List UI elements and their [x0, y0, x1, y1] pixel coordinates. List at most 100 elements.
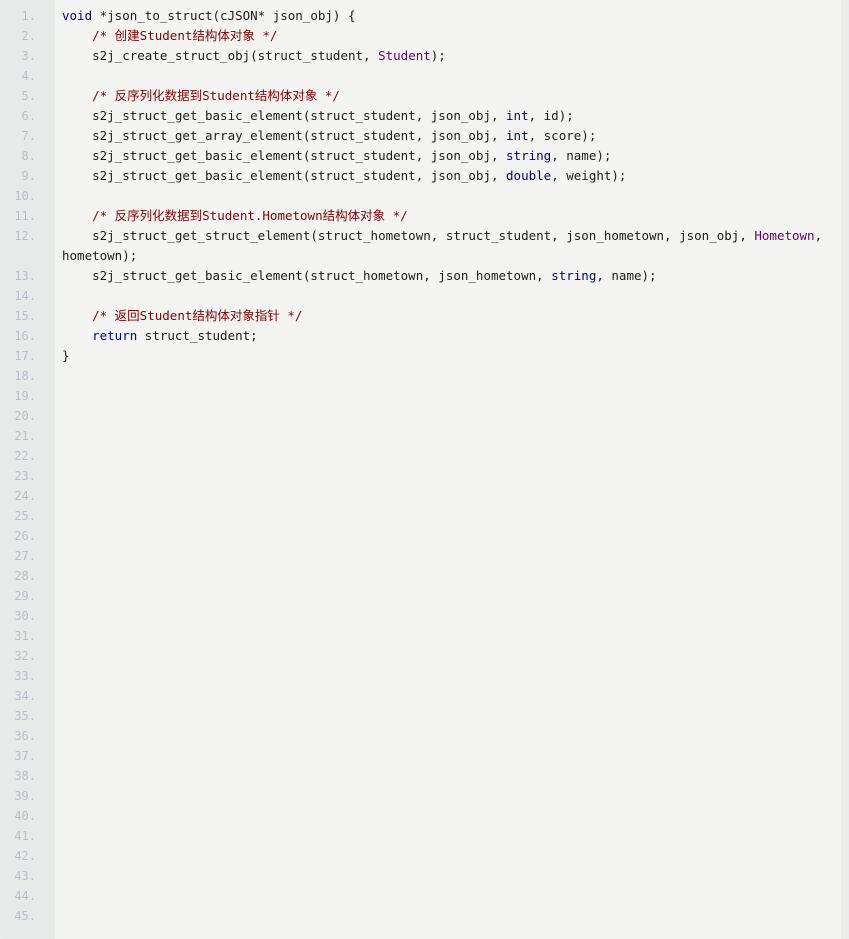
code-line-row: 39. — [0, 786, 849, 806]
code-token-plain: s2j_struct_get_struct_element(struct_hom… — [62, 228, 754, 243]
code-token-keyword: return — [92, 328, 137, 343]
code-token-keyword: string — [551, 268, 596, 283]
code-line — [55, 526, 849, 546]
code-line — [55, 606, 849, 626]
code-line-row: 3. s2j_create_struct_obj(struct_student,… — [0, 46, 849, 66]
code-token-type: Student — [378, 48, 431, 63]
line-number: 22. — [0, 446, 55, 466]
line-number: 38. — [0, 766, 55, 786]
code-line-row: 37. — [0, 746, 849, 766]
code-line — [55, 506, 849, 526]
line-number: 16. — [0, 326, 55, 346]
line-number: 4. — [0, 66, 55, 86]
code-token-comment: /* 返回Student结构体对象指针 */ — [92, 308, 302, 323]
line-number: 24. — [0, 486, 55, 506]
code-line — [55, 786, 849, 806]
code-line — [55, 286, 849, 306]
code-token-plain: s2j_struct_get_array_element(struct_stud… — [62, 128, 506, 143]
code-line-row: 28. — [0, 566, 849, 586]
code-line-row: 21. — [0, 426, 849, 446]
code-line-row: 17.} — [0, 346, 849, 366]
code-line: } — [55, 346, 849, 366]
code-line-row: 1.void *json_to_struct(cJSON* json_obj) … — [0, 6, 849, 26]
line-number: 39. — [0, 786, 55, 806]
code-line: /* 返回Student结构体对象指针 */ — [55, 306, 849, 326]
line-number: 43. — [0, 866, 55, 886]
line-number: 26. — [0, 526, 55, 546]
line-number: 19. — [0, 386, 55, 406]
code-line-row: 7. s2j_struct_get_array_element(struct_s… — [0, 126, 849, 146]
code-line — [55, 446, 849, 466]
line-number: 37. — [0, 746, 55, 766]
line-number: 21. — [0, 426, 55, 446]
code-line-row: 38. — [0, 766, 849, 786]
line-number: 6. — [0, 106, 55, 126]
code-line-row: 9. s2j_struct_get_basic_element(struct_s… — [0, 166, 849, 186]
code-line-row: 24. — [0, 486, 849, 506]
code-line: s2j_struct_get_basic_element(struct_home… — [55, 266, 849, 286]
code-token-plain: , name); — [551, 148, 611, 163]
code-line-row: 11. /* 反序列化数据到Student.Hometown结构体对象 */ — [0, 206, 849, 226]
code-line — [55, 886, 849, 906]
code-line: s2j_struct_get_struct_element(struct_hom… — [55, 226, 849, 266]
code-token-keyword: int — [506, 108, 529, 123]
line-number: 36. — [0, 726, 55, 746]
line-number: 25. — [0, 506, 55, 526]
code-line — [55, 366, 849, 386]
code-token-keyword: void — [62, 8, 92, 23]
code-line-row: 20. — [0, 406, 849, 426]
line-number: 30. — [0, 606, 55, 626]
code-block: 1.void *json_to_struct(cJSON* json_obj) … — [0, 0, 849, 939]
code-token-plain: struct_student; — [137, 328, 257, 343]
line-number: 35. — [0, 706, 55, 726]
code-line-row: 36. — [0, 726, 849, 746]
code-line-row: 42. — [0, 846, 849, 866]
code-line-row: 30. — [0, 606, 849, 626]
code-token-plain: *json_to_struct(cJSON* json_obj) { — [92, 8, 355, 23]
code-line-row: 5. /* 反序列化数据到Student结构体对象 */ — [0, 86, 849, 106]
line-number: 32. — [0, 646, 55, 666]
code-line-row: 18. — [0, 366, 849, 386]
line-number: 45. — [0, 906, 55, 926]
code-line-row: 16. return struct_student; — [0, 326, 849, 346]
line-number: 34. — [0, 686, 55, 706]
line-number: 13. — [0, 266, 55, 286]
code-line-row: 8. s2j_struct_get_basic_element(struct_s… — [0, 146, 849, 166]
code-line: /* 反序列化数据到Student结构体对象 */ — [55, 86, 849, 106]
code-line: s2j_struct_get_basic_element(struct_stud… — [55, 106, 849, 126]
code-token-plain: , id); — [529, 108, 574, 123]
code-line-row: 34. — [0, 686, 849, 706]
code-line — [55, 486, 849, 506]
line-number: 41. — [0, 826, 55, 846]
code-line-row: 23. — [0, 466, 849, 486]
code-token-plain: , name); — [596, 268, 656, 283]
code-line-row: 6. s2j_struct_get_basic_element(struct_s… — [0, 106, 849, 126]
code-content: 1.void *json_to_struct(cJSON* json_obj) … — [0, 0, 849, 939]
code-token-type: Hometown — [754, 228, 814, 243]
code-line-row: 4. — [0, 66, 849, 86]
code-line — [55, 66, 849, 86]
line-number: 5. — [0, 86, 55, 106]
line-number: 28. — [0, 566, 55, 586]
line-number: 44. — [0, 886, 55, 906]
code-line — [55, 706, 849, 726]
code-line: s2j_struct_get_basic_element(struct_stud… — [55, 166, 849, 186]
line-number: 18. — [0, 366, 55, 386]
code-line: void *json_to_struct(cJSON* json_obj) { — [55, 6, 849, 26]
code-token-plain — [62, 28, 92, 43]
code-token-plain: ); — [431, 48, 446, 63]
line-number: 20. — [0, 406, 55, 426]
code-line: /* 创建Student结构体对象 */ — [55, 26, 849, 46]
code-token-plain: s2j_struct_get_basic_element(struct_home… — [62, 268, 551, 283]
code-token-plain: s2j_struct_get_basic_element(struct_stud… — [62, 108, 506, 123]
code-line-row: 45. — [0, 906, 849, 926]
code-token-plain — [62, 308, 92, 323]
code-line — [55, 186, 849, 206]
line-number: 11. — [0, 206, 55, 226]
code-line-row: 35. — [0, 706, 849, 726]
code-line-row: 19. — [0, 386, 849, 406]
code-line-row: 44. — [0, 886, 849, 906]
code-line-row: 41. — [0, 826, 849, 846]
code-line — [55, 386, 849, 406]
code-line: return struct_student; — [55, 326, 849, 346]
